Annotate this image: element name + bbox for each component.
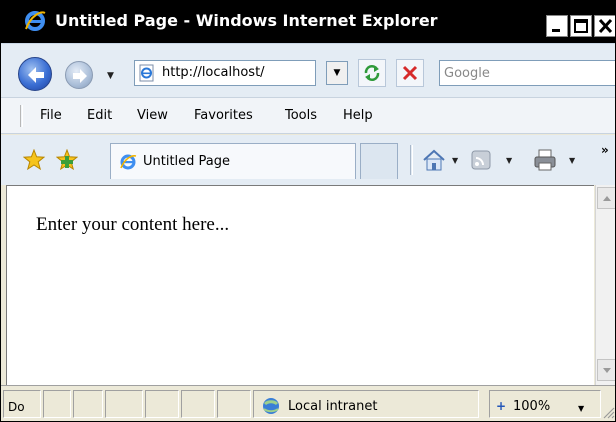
menu-help[interactable]: Help xyxy=(343,108,373,123)
address-bar: ▼ http://localhost/ ▼ Google xyxy=(1,43,615,97)
ie-logo-icon xyxy=(120,154,137,170)
browser-window: Untitled Page - Windows Internet Explore… xyxy=(0,0,616,422)
tab-untitled-page[interactable]: Untitled Page xyxy=(110,143,356,179)
close-icon xyxy=(598,18,613,34)
menu-edit[interactable]: Edit xyxy=(87,108,112,123)
stop-icon xyxy=(402,65,418,81)
status-panel xyxy=(43,390,71,418)
search-placeholder: Google xyxy=(444,66,490,81)
home-icon[interactable] xyxy=(421,147,447,173)
address-url: http://localhost/ xyxy=(162,65,265,80)
address-field[interactable]: http://localhost/ xyxy=(134,60,316,86)
status-bar: Do Local intranet + 100% ▼ xyxy=(1,385,615,421)
close-button[interactable] xyxy=(594,15,615,37)
print-dropdown[interactable]: ▼ xyxy=(569,156,575,165)
forward-button[interactable] xyxy=(65,61,93,89)
menu-tools[interactable]: Tools xyxy=(285,108,317,123)
search-input[interactable]: Google xyxy=(439,60,615,86)
zoom-icon: + xyxy=(496,399,507,413)
menu-view[interactable]: View xyxy=(137,108,168,123)
window-title: Untitled Page - Windows Internet Explore… xyxy=(55,11,438,30)
maximize-button[interactable] xyxy=(570,15,592,37)
tab-bar: Untitled Page ▼ ▼ ▼ » xyxy=(1,135,615,185)
toolbar-separator xyxy=(410,145,413,175)
menu-grip[interactable] xyxy=(20,105,23,127)
scroll-down-button[interactable] xyxy=(597,359,615,381)
forward-arrow-icon xyxy=(73,69,87,83)
recent-pages-dropdown[interactable]: ▼ xyxy=(107,71,114,81)
ie-logo-icon xyxy=(25,11,46,31)
new-tab-button[interactable] xyxy=(360,143,398,179)
status-panel xyxy=(105,390,143,418)
status-panel xyxy=(145,390,179,418)
menu-file[interactable]: File xyxy=(40,108,62,123)
zoom-level: 100% xyxy=(513,399,551,414)
page-content[interactable]: Enter your content here... xyxy=(6,185,594,385)
network-zone-icon xyxy=(263,398,279,414)
refresh-icon xyxy=(364,65,380,81)
stop-button[interactable] xyxy=(396,59,424,87)
tab-label: Untitled Page xyxy=(143,154,231,169)
security-zone-label: Local intranet xyxy=(288,399,378,414)
status-text-cell: Do xyxy=(3,390,41,418)
scroll-up-button[interactable] xyxy=(597,187,615,209)
favorites-star-icon[interactable] xyxy=(23,149,45,171)
back-arrow-icon xyxy=(28,67,44,83)
refresh-button[interactable] xyxy=(358,59,386,87)
minimize-icon xyxy=(552,29,560,32)
status-panel xyxy=(217,390,251,418)
title-bar[interactable]: Untitled Page - Windows Internet Explore… xyxy=(1,1,615,43)
page-body-text: Enter your content here... xyxy=(36,214,230,235)
maximize-icon xyxy=(574,19,588,33)
address-dropdown[interactable]: ▼ xyxy=(326,61,348,85)
page-icon xyxy=(139,64,154,82)
feeds-icon[interactable] xyxy=(470,149,492,171)
home-dropdown[interactable]: ▼ xyxy=(452,156,458,165)
resize-grip-icon[interactable] xyxy=(601,405,615,419)
minimize-button[interactable] xyxy=(546,15,568,37)
vertical-scrollbar[interactable] xyxy=(595,185,615,385)
print-icon[interactable] xyxy=(532,147,558,173)
toolbar-overflow-chevron[interactable]: » xyxy=(601,143,609,157)
status-panel xyxy=(73,390,103,418)
menu-favorites[interactable]: Favorites xyxy=(194,108,253,123)
menu-bar: File Edit View Favorites Tools Help xyxy=(1,97,615,134)
status-panel xyxy=(181,390,215,418)
add-favorite-icon[interactable] xyxy=(56,149,78,171)
back-button[interactable] xyxy=(18,57,52,91)
feeds-dropdown[interactable]: ▼ xyxy=(506,156,512,165)
status-text: Do xyxy=(8,400,25,414)
zoom-dropdown[interactable]: ▼ xyxy=(578,404,584,413)
